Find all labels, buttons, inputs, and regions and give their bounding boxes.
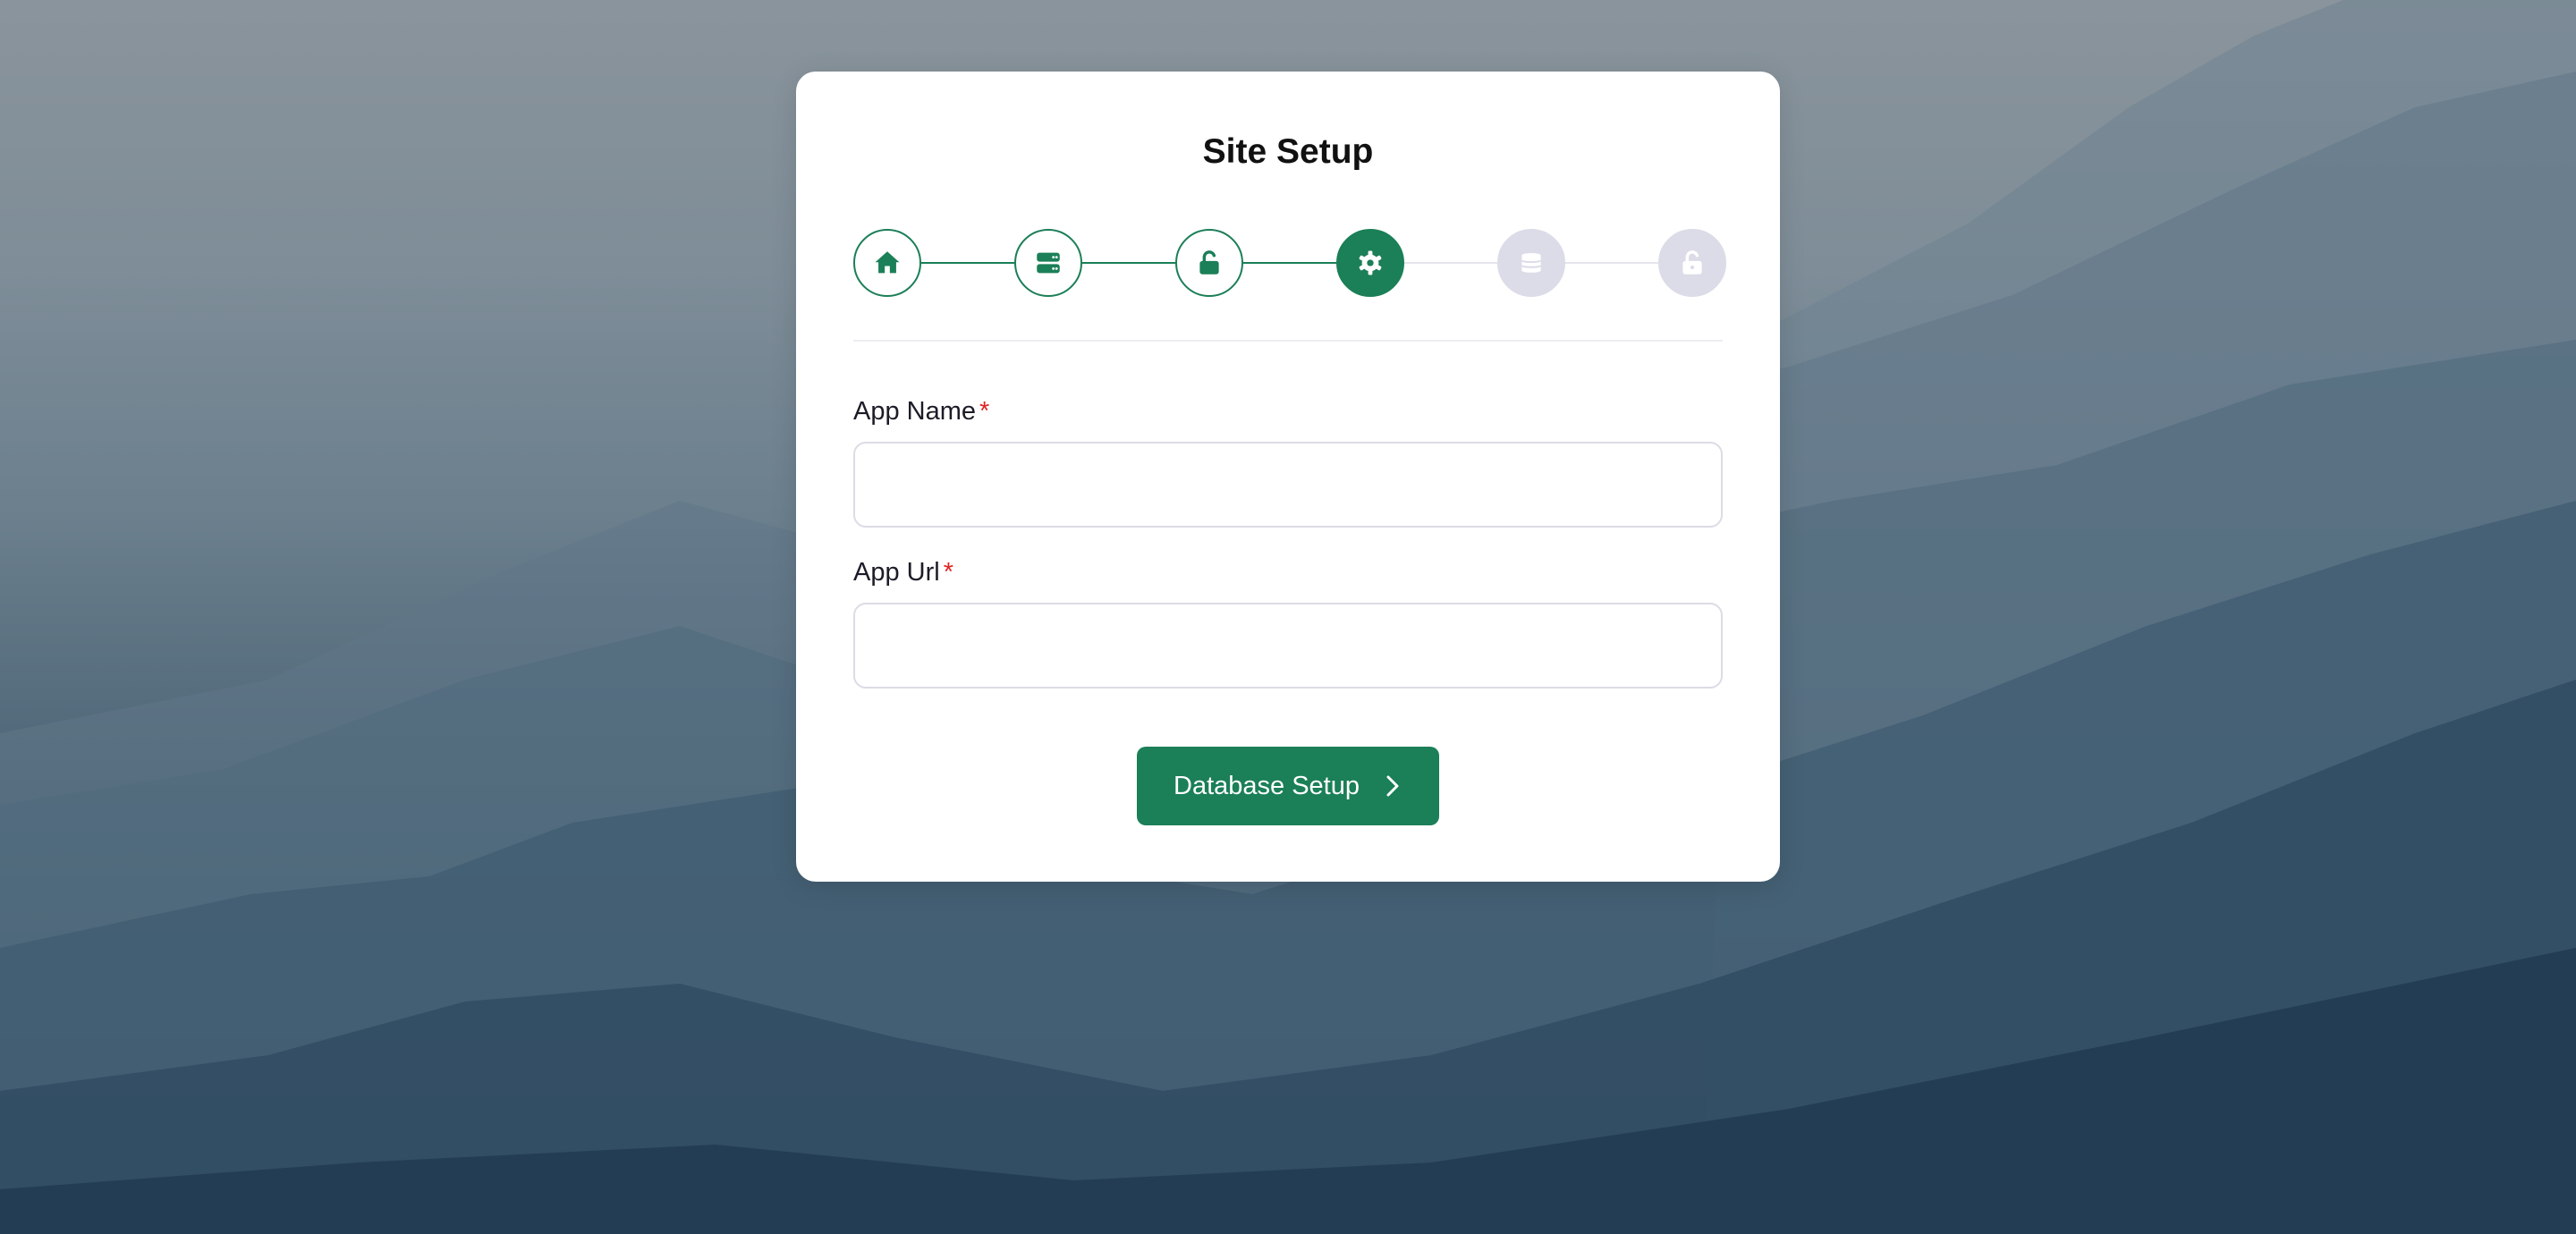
divider [853, 340, 1723, 342]
database-setup-button-label: Database Setup [1174, 771, 1360, 800]
page-title: Site Setup [1202, 132, 1374, 171]
app-url-input[interactable] [853, 603, 1723, 689]
app-url-label-text: App Url [853, 558, 940, 587]
database-icon [1521, 253, 1542, 273]
step-connector [1565, 262, 1658, 264]
step-database[interactable] [1497, 229, 1565, 297]
step-connector [1243, 262, 1336, 264]
unlock-icon [1682, 250, 1702, 275]
database-setup-button[interactable]: Database Setup [1137, 747, 1439, 825]
setup-card: Site Setup App Name * App Url * Database… [796, 72, 1780, 882]
app-name-input[interactable] [853, 442, 1723, 528]
step-site-setup[interactable] [1336, 229, 1404, 297]
step-connector [1082, 262, 1175, 264]
step-permissions[interactable] [1175, 229, 1243, 297]
step-home[interactable] [853, 229, 921, 297]
setup-stepper [853, 229, 1726, 297]
gear-icon [1359, 250, 1382, 275]
required-marker: * [943, 558, 953, 587]
step-connector [1404, 262, 1497, 264]
app-url-label: App Url * [853, 558, 953, 587]
server-icon [1037, 252, 1060, 274]
required-marker: * [979, 397, 990, 426]
home-icon [875, 251, 900, 274]
app-name-label-text: App Name [853, 397, 977, 426]
chevron-right-icon [1386, 775, 1399, 797]
step-server[interactable] [1014, 229, 1082, 297]
unlock-icon [1199, 250, 1219, 275]
step-finish[interactable] [1658, 229, 1726, 297]
app-name-label: App Name * [853, 397, 989, 427]
step-connector [921, 262, 1014, 264]
